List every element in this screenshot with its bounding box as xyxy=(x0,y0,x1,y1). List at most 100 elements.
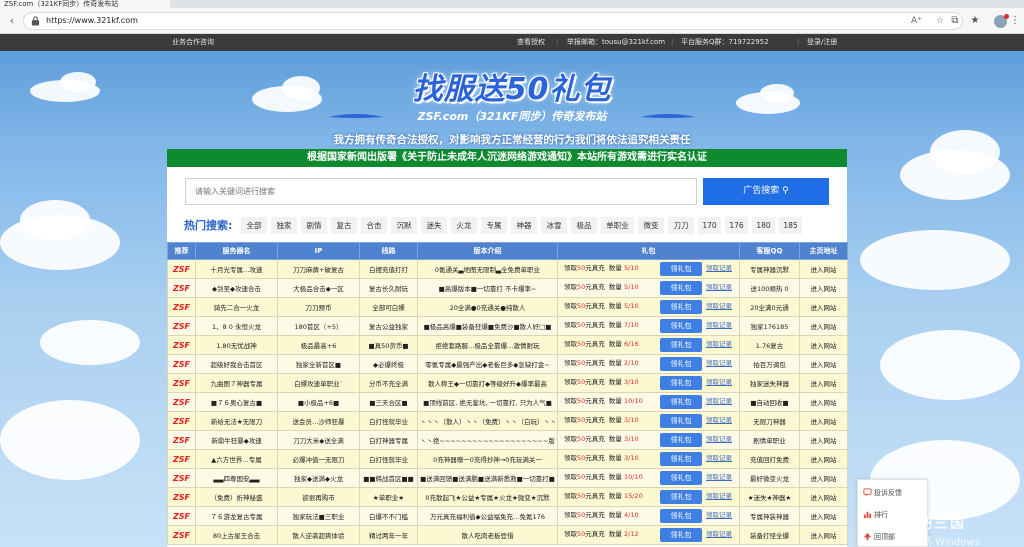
server-name-cell[interactable]: 1.80无忧战神 xyxy=(195,335,278,355)
server-name-cell[interactable]: 十月光专属…攻速 xyxy=(195,259,278,279)
claim-record-link[interactable]: 领取记录 xyxy=(706,451,732,468)
claim-record-link[interactable]: 领取记录 xyxy=(706,508,732,525)
home-link[interactable]: 进入网站 xyxy=(799,411,848,431)
service-group-link[interactable]: 平台服务Q群：719722952 xyxy=(681,34,769,51)
search-input[interactable] xyxy=(187,180,695,203)
login-register-link[interactable]: 登录/注册 xyxy=(807,34,837,51)
favorites-icon[interactable]: ★ xyxy=(966,12,984,30)
home-link[interactable]: 进入网站 xyxy=(799,354,848,374)
browser-tab[interactable]: ZSF.com（321KF同步）传奇发布站 xyxy=(0,0,170,8)
claim-gift-button[interactable]: 领礼包 xyxy=(660,338,702,352)
claim-record-link[interactable]: 领取记录 xyxy=(706,394,732,411)
hot-tag[interactable]: 迷失 xyxy=(421,217,447,234)
gift-count-label: 数量 xyxy=(608,473,622,481)
claim-record-link[interactable]: 领取记录 xyxy=(706,527,732,544)
hot-tag[interactable]: 剧情 xyxy=(301,217,327,234)
claim-gift-button[interactable]: 领礼包 xyxy=(660,395,702,409)
claim-record-link[interactable]: 领取记录 xyxy=(706,261,732,278)
lock-icon[interactable] xyxy=(31,16,40,26)
hot-tag[interactable]: 复古 xyxy=(331,217,357,234)
home-link[interactable]: 进入网站 xyxy=(799,487,848,507)
server-name-cell[interactable]: 九曲图７神器专属 xyxy=(195,373,278,393)
claim-gift-button[interactable]: 领礼包 xyxy=(660,509,702,523)
back-icon[interactable]: ‹ xyxy=(3,12,21,30)
claim-gift-button[interactable]: 领礼包 xyxy=(660,319,702,333)
server-name-cell[interactable]: 超级好我合击首区 xyxy=(195,354,278,374)
claim-gift-button[interactable]: 领礼包 xyxy=(660,490,702,504)
claim-record-link[interactable]: 领取记录 xyxy=(706,280,732,297)
server-name-cell[interactable]: 骑先二合一火龙 xyxy=(195,297,278,317)
home-link[interactable]: 进入网站 xyxy=(799,335,848,355)
claim-record-link[interactable]: 领取记录 xyxy=(706,375,732,392)
home-link[interactable]: 进入网站 xyxy=(799,449,848,469)
home-link[interactable]: 进入网站 xyxy=(799,297,848,317)
claim-record-link[interactable]: 领取记录 xyxy=(706,299,732,316)
url-text[interactable]: https://www.321kf.com xyxy=(46,13,138,29)
hot-tag[interactable]: 180 xyxy=(752,217,775,234)
server-name-cell[interactable]: 80上古星王合击 xyxy=(195,525,278,545)
server-name-cell[interactable]: （免费）折神秘盛 xyxy=(195,487,278,507)
hot-tag[interactable]: 170 xyxy=(698,217,721,234)
hot-tag[interactable]: 176 xyxy=(725,217,748,234)
claim-gift-button[interactable]: 领礼包 xyxy=(660,433,702,447)
hot-tag[interactable]: 合击 xyxy=(361,217,387,234)
hot-tag[interactable]: 单职业 xyxy=(601,217,634,234)
home-link[interactable]: 进入网站 xyxy=(799,316,848,336)
home-link[interactable]: 进入网站 xyxy=(799,392,848,412)
server-name-cell[interactable]: 新给无法★无限刀 xyxy=(195,411,278,431)
server-name-cell[interactable]: ■７６奥心复古■ xyxy=(195,392,278,412)
claim-record-link[interactable]: 领取记录 xyxy=(706,432,732,449)
server-name-cell[interactable]: ▃▃四尊国安▃▃ xyxy=(195,468,278,488)
gift-count: 2/12 xyxy=(624,530,639,538)
hot-tag[interactable]: 刀刀 xyxy=(668,217,694,234)
home-link[interactable]: 进入网站 xyxy=(799,525,848,545)
extensions-icon[interactable]: ⧉ xyxy=(946,12,964,30)
home-link[interactable]: 进入网站 xyxy=(799,373,848,393)
hot-tag[interactable]: 独家 xyxy=(271,217,297,234)
home-link[interactable]: 进入网站 xyxy=(799,278,848,298)
hot-tag[interactable]: 极品 xyxy=(571,217,597,234)
home-link[interactable]: 进入网站 xyxy=(799,468,848,488)
claim-gift-button[interactable]: 领礼包 xyxy=(660,300,702,314)
server-name-cell[interactable]: 新鼎牛狂暴◆攻速 xyxy=(195,430,278,450)
more-menu-icon[interactable]: ⋮ xyxy=(1010,12,1020,30)
claim-gift-button[interactable]: 领礼包 xyxy=(660,452,702,466)
hot-tag[interactable]: 微变 xyxy=(638,217,664,234)
hot-tag[interactable]: 冰雪 xyxy=(541,217,567,234)
site-logo-title[interactable]: 找服送50礼包 xyxy=(384,64,640,108)
claim-gift-button[interactable]: 领礼包 xyxy=(660,528,702,542)
claim-record-link[interactable]: 领取记录 xyxy=(706,413,732,430)
business-cooperation-link[interactable]: 业务合作咨询 xyxy=(172,34,214,51)
claim-gift-button[interactable]: 领礼包 xyxy=(660,376,702,390)
report-email-link[interactable]: 举报邮箱：tousu@321kf.com xyxy=(567,34,665,51)
hot-tag[interactable]: 全部 xyxy=(241,217,267,234)
hot-tag[interactable]: 神器 xyxy=(511,217,537,234)
claim-record-link[interactable]: 领取记录 xyxy=(706,470,732,487)
claim-gift-button[interactable]: 领礼包 xyxy=(660,471,702,485)
claim-gift-button[interactable]: 领礼包 xyxy=(660,281,702,295)
hot-tag[interactable]: 火龙 xyxy=(451,217,477,234)
server-name-cell[interactable]: ７６游龙复古专属 xyxy=(195,506,278,526)
server-name-cell[interactable]: ▲六方世界…专属 xyxy=(195,449,278,469)
claim-record-link[interactable]: 领取记录 xyxy=(706,318,732,335)
hot-tag[interactable]: 沉默 xyxy=(391,217,417,234)
home-link[interactable]: 进入网站 xyxy=(799,506,848,526)
claim-record-link[interactable]: 领取记录 xyxy=(706,489,732,506)
address-bar[interactable]: https://www.321kf.com A⁺ ☆ xyxy=(23,12,963,30)
home-link[interactable]: 进入网站 xyxy=(799,430,848,450)
claim-gift-button[interactable]: 领礼包 xyxy=(660,414,702,428)
hot-tag[interactable]: 185 xyxy=(779,217,802,234)
claim-gift-button[interactable]: 领礼包 xyxy=(660,262,702,276)
ad-search-button[interactable]: 广告搜索 ⚲ xyxy=(703,178,829,205)
claim-gift-button[interactable]: 领礼包 xyxy=(660,357,702,371)
claim-record-link[interactable]: 领取记录 xyxy=(706,337,732,354)
server-name-cell[interactable]: 1、8 0 永恒火龙 xyxy=(195,316,278,336)
server-name-cell[interactable]: ◆剑至◆攻速合击 xyxy=(195,278,278,298)
favorite-star-icon[interactable]: ☆ xyxy=(936,13,944,29)
home-link[interactable]: 进入网站 xyxy=(799,259,848,279)
view-license-link[interactable]: 查看授权 xyxy=(517,34,545,51)
read-aloud-icon[interactable]: A⁺ xyxy=(911,13,922,29)
hot-tag[interactable]: 专属 xyxy=(481,217,507,234)
feedback-button[interactable]: 投诉反馈 xyxy=(858,482,929,504)
claim-record-link[interactable]: 领取记录 xyxy=(706,356,732,373)
